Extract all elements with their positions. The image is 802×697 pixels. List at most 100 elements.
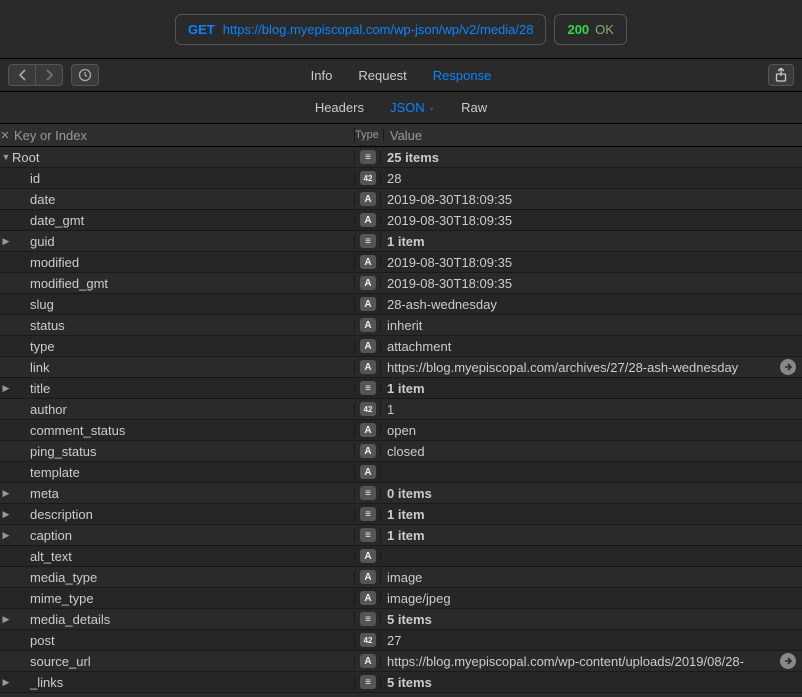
request-url: https://blog.myepiscopal.com/wp-json/wp/… (223, 22, 534, 37)
type-badge: A (360, 570, 376, 584)
tree-row[interactable]: dateA2019-08-30T18:09:35 (0, 189, 802, 210)
open-link-icon[interactable] (780, 359, 796, 375)
tree-row[interactable]: modifiedA2019-08-30T18:09:35 (0, 252, 802, 273)
disclosure-triangle-icon[interactable]: ▼ (0, 152, 12, 162)
value-text: 1 item (387, 528, 425, 543)
share-button[interactable] (768, 64, 794, 86)
key-label: Root (12, 150, 39, 165)
tree-row[interactable]: id4228 (0, 168, 802, 189)
disclosure-triangle-icon[interactable]: ▶ (0, 677, 12, 688)
tree-row[interactable]: ▶title≡1 item (0, 378, 802, 399)
key-label: status (30, 318, 65, 333)
type-badge: A (360, 297, 376, 311)
tree-row[interactable]: ▶ caption ≡ 1 item (0, 525, 802, 546)
subtab-headers[interactable]: Headers (311, 98, 368, 117)
tree-row[interactable]: templateA (0, 462, 802, 483)
subtab-json[interactable]: JSON ⌄ (386, 98, 439, 117)
type-badge: 42 (360, 633, 376, 647)
key-label: post (30, 633, 55, 648)
value-text: open (387, 423, 416, 438)
tree-row[interactable]: slugA28-ash-wednesday (0, 294, 802, 315)
type-badge: ≡ (360, 234, 376, 248)
type-badge: A (360, 654, 376, 668)
tree-row[interactable]: source_url Ahttps://blog.myepiscopal.com/… (0, 651, 802, 672)
type-badge: A (360, 213, 376, 227)
value-text: closed (387, 444, 425, 459)
tree-row[interactable]: ▶_links≡5 items (0, 672, 802, 693)
column-header-value[interactable]: Value (384, 128, 802, 143)
type-badge: ≡ (360, 528, 376, 542)
tree-row[interactable]: comment_statusAopen (0, 420, 802, 441)
type-badge: A (360, 444, 376, 458)
http-method: GET (188, 22, 215, 37)
subtab-raw[interactable]: Raw (457, 98, 491, 117)
type-badge: A (360, 423, 376, 437)
tab-request[interactable]: Request (354, 66, 410, 85)
back-button[interactable] (8, 64, 36, 86)
type-badge: ≡ (360, 150, 376, 164)
tree-row[interactable]: media_type Aimage (0, 567, 802, 588)
type-badge: A (360, 192, 376, 206)
expand-toggle-icon[interactable] (0, 130, 10, 140)
tree-row[interactable]: ping_statusAclosed (0, 441, 802, 462)
type-badge: A (360, 255, 376, 269)
type-badge: ≡ (360, 381, 376, 395)
key-label: meta (30, 486, 59, 501)
tree-row[interactable]: post 42 27 (0, 630, 802, 651)
column-header-key[interactable]: Key or Index (10, 128, 355, 143)
json-tree[interactable]: ▼Root≡25 itemsid4228dateA2019-08-30T18:0… (0, 147, 802, 697)
key-label: link (30, 360, 50, 375)
tree-row[interactable]: linkAhttps://blog.myepiscopal.com/archiv… (0, 357, 802, 378)
tree-row[interactable]: author421 (0, 399, 802, 420)
key-label: media_type (30, 570, 97, 585)
disclosure-triangle-icon[interactable]: ▶ (0, 509, 12, 520)
key-label: mime_type (30, 591, 94, 606)
history-button[interactable] (71, 64, 99, 86)
tree-row[interactable]: status Ainherit (0, 315, 802, 336)
open-link-icon[interactable] (780, 653, 796, 669)
tab-response[interactable]: Response (429, 66, 496, 85)
tree-row[interactable]: date_gmtA2019-08-30T18:09:35 (0, 210, 802, 231)
type-badge: 42 (360, 171, 376, 185)
disclosure-triangle-icon[interactable]: ▶ (0, 614, 12, 625)
key-label: source_url (30, 654, 91, 669)
value-text: 1 (387, 402, 394, 417)
disclosure-triangle-icon[interactable]: ▶ (0, 488, 12, 499)
value-text: 2019-08-30T18:09:35 (387, 192, 512, 207)
type-badge: ≡ (360, 675, 376, 689)
type-badge: A (360, 318, 376, 332)
disclosure-triangle-icon[interactable]: ▶ (0, 236, 12, 247)
status-text: OK (595, 22, 614, 37)
value-text: https://blog.myepiscopal.com/wp-content/… (387, 654, 744, 669)
key-label: modified (30, 255, 79, 270)
tab-info[interactable]: Info (307, 66, 337, 85)
value-text: attachment (387, 339, 451, 354)
value-text: 1 item (387, 507, 425, 522)
tree-row[interactable]: ▶media_details≡5 items (0, 609, 802, 630)
tree-row[interactable]: ▶guid≡1 item (0, 231, 802, 252)
tree-row[interactable]: alt_textA (0, 546, 802, 567)
type-badge: 42 (360, 402, 376, 416)
tree-row[interactable]: typeAattachment (0, 336, 802, 357)
key-label: modified_gmt (30, 276, 108, 291)
disclosure-triangle-icon[interactable]: ▶ (0, 383, 12, 394)
value-text: 0 items (387, 486, 432, 501)
key-label: caption (30, 528, 72, 543)
value-text: 28 (387, 171, 401, 186)
tree-row[interactable]: mime_typeAimage/jpeg (0, 588, 802, 609)
request-url-pill[interactable]: GET https://blog.myepiscopal.com/wp-json… (175, 14, 546, 45)
column-header-type[interactable]: Type (355, 129, 384, 141)
tree-row[interactable]: modified_gmtA2019-08-30T18:09:35 (0, 273, 802, 294)
key-label: title (30, 381, 50, 396)
key-label: media_details (30, 612, 110, 627)
disclosure-triangle-icon[interactable]: ▶ (0, 530, 12, 541)
forward-button[interactable] (35, 64, 63, 86)
tree-row[interactable]: ▼Root≡25 items (0, 147, 802, 168)
value-text: image (387, 570, 422, 585)
tree-row[interactable]: ▶description≡1 item (0, 504, 802, 525)
key-label: date_gmt (30, 213, 84, 228)
tree-row[interactable]: ▶meta≡0 items (0, 483, 802, 504)
value-text: inherit (387, 318, 422, 333)
value-text: 27 (387, 633, 401, 648)
value-text: 2019-08-30T18:09:35 (387, 276, 512, 291)
